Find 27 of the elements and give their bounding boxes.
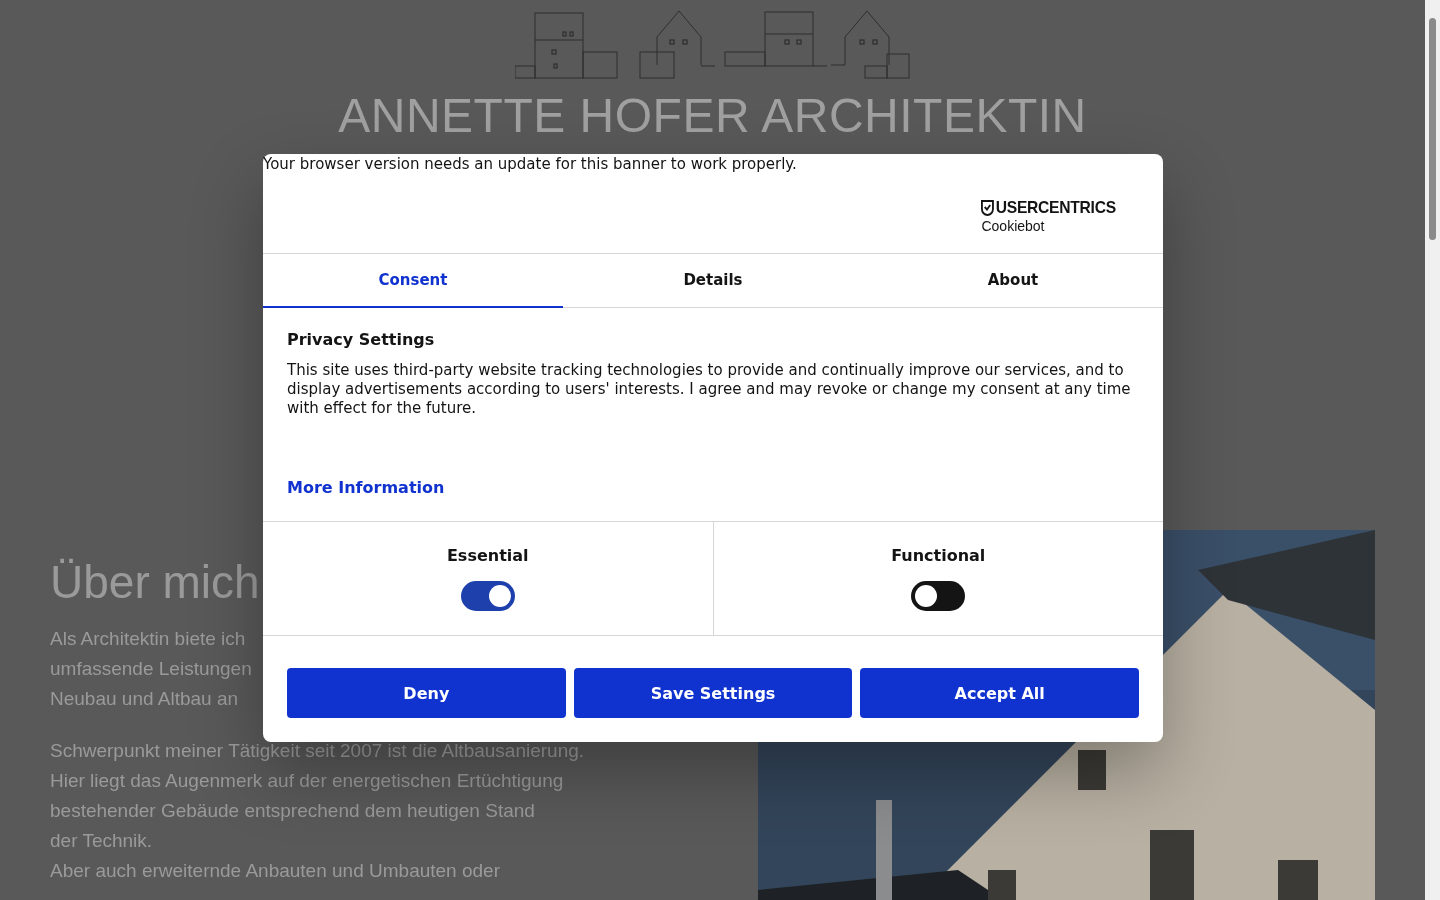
tab[interactable]: About xyxy=(863,254,1163,308)
paragraph-line: Neubau und Altbau an xyxy=(50,687,239,711)
action-button[interactable]: Save Settings xyxy=(573,668,853,718)
category-label: Functional xyxy=(891,546,986,565)
tab[interactable]: Details xyxy=(563,254,863,308)
shield-icon xyxy=(981,200,995,216)
site-title: ANNETTE HOFER ARCHITEKTIN xyxy=(338,88,1087,143)
paragraph-line: Als Architektin biete ich xyxy=(50,627,246,651)
scrollbar[interactable] xyxy=(1425,0,1440,900)
toggle-switch[interactable] xyxy=(911,581,966,611)
browser-notice: Your browser version needs an update for this banner to work properly. xyxy=(263,155,797,173)
paragraph-line: umfassende Leistungen xyxy=(50,657,252,681)
category-label: Essential xyxy=(446,546,529,565)
logo-brand: USERCENTRICS xyxy=(996,198,1117,218)
section-heading: Privacy Settings xyxy=(287,330,436,349)
action-button[interactable]: Accept All xyxy=(860,668,1139,718)
paragraph-line: Hier liegt das Augenmerk auf der energetischen Ertüchtigung xyxy=(50,769,564,793)
action-button[interactable]: Deny xyxy=(287,668,566,718)
logo-product: Cookiebot xyxy=(981,218,1046,234)
more-information-link[interactable]: More Information xyxy=(287,478,445,497)
consent-text: This site uses third-party website tracking technologies to provide and continually improve our services, and to display advertisements according to users' interests. I agree and may revoke or change my consent at any time with effect for the future. xyxy=(287,361,1132,418)
paragraph-line: der Technik. xyxy=(50,829,153,853)
paragraph-line: bestehender Gebäude entsprechend dem heutigen Stand xyxy=(50,799,535,823)
toggle-switch[interactable] xyxy=(460,581,515,611)
section-heading: Über mich xyxy=(50,555,260,610)
paragraph-line: Aber auch erweiternde Anbauten und Umbauten oder xyxy=(50,859,500,883)
tab[interactable]: Consent xyxy=(263,254,563,308)
